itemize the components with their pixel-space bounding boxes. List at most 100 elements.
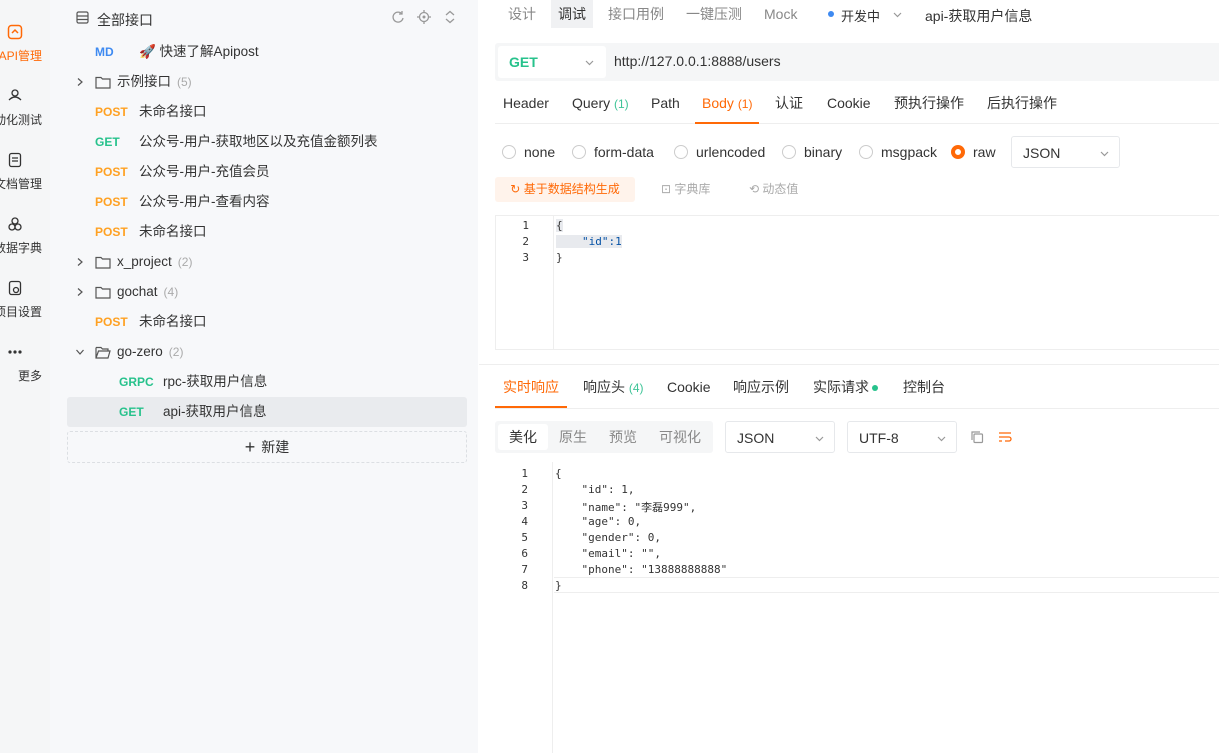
fmt-pretty[interactable]: 美化 <box>498 424 548 450</box>
tab-test-cases[interactable]: 接口用例 <box>601 0 671 28</box>
line-number: 2 <box>521 483 528 496</box>
tab-pre-script[interactable]: 预执行操作 <box>894 88 964 124</box>
dictionary-button[interactable]: ⊡ 字典库 <box>661 177 710 202</box>
expand-collapse-icon[interactable] <box>443 10 457 24</box>
dynamic-value-button[interactable]: ⟲ 动态值 <box>749 177 798 202</box>
response-body-viewer[interactable]: 1 2 3 4 5 6 7 8 { "id": 1, "name": "李磊99… <box>495 462 1219 753</box>
folder-icon <box>95 286 111 299</box>
tree-folder-examples[interactable]: 示例接口 (5) <box>67 67 467 97</box>
tab-design[interactable]: 设计 <box>501 0 543 28</box>
tab-actual-request[interactable]: 实际请求 <box>813 372 878 408</box>
refresh-icon[interactable] <box>391 10 405 24</box>
method-badge: GET <box>95 135 120 149</box>
tab-cookie[interactable]: Cookie <box>827 88 871 124</box>
url-input[interactable]: http://127.0.0.1:8888/users <box>614 53 781 69</box>
tree-row-get[interactable]: GET 公众号-用户-获取地区以及充值金额列表 <box>67 127 467 157</box>
radio-label: none <box>524 144 556 160</box>
code-line: } <box>555 579 562 592</box>
tab-count: (1) <box>614 97 629 111</box>
tree-row-post[interactable]: POST 公众号-用户-充值会员 <box>67 157 467 187</box>
environment-select[interactable]: 开发中 <box>841 6 880 25</box>
tab-path[interactable]: Path <box>651 88 680 124</box>
tab-debug[interactable]: 调试 <box>551 0 593 28</box>
tab-auth[interactable]: 认证 <box>775 88 803 124</box>
radio-form-data[interactable]: form-data <box>572 136 654 168</box>
tree-folder-x-project[interactable]: x_project (2) <box>67 247 467 277</box>
line-number: 3 <box>521 499 528 512</box>
rail-item-dictionary[interactable]: 数据字典 <box>0 216 50 276</box>
tree-row-post[interactable]: POST 未命名接口 <box>67 217 467 247</box>
rail-item-docs[interactable]: 文档管理 <box>0 152 50 212</box>
tab-post-script[interactable]: 后执行操作 <box>987 88 1057 124</box>
rail-item-settings[interactable]: 项目设置 <box>0 280 50 340</box>
line-number: 5 <box>521 531 528 544</box>
radio-raw[interactable]: raw <box>951 136 996 168</box>
radio-none[interactable]: none <box>502 136 555 168</box>
dictionary-icon <box>8 217 22 231</box>
radio-circle <box>674 145 688 159</box>
rail-label-more: 更多 <box>17 369 42 383</box>
new-button[interactable]: + 新建 <box>67 431 467 463</box>
icon-rail: API管理 自动化测试 文档管理 数据字典 项目设置 更多 <box>0 0 50 753</box>
tab-console[interactable]: 控制台 <box>903 372 945 408</box>
tab-header[interactable]: Header <box>503 88 549 124</box>
raw-format-select[interactable]: JSON <box>1011 136 1120 168</box>
chevron-down-icon[interactable] <box>893 10 902 19</box>
copy-icon[interactable] <box>970 430 984 444</box>
method-value: GET <box>509 54 538 70</box>
rail-item-automation[interactable]: 自动化测试 <box>0 88 50 148</box>
plus-icon: + <box>244 437 256 457</box>
tree-row-get-selected[interactable]: GET api-获取用户信息 <box>67 397 467 427</box>
fmt-preview[interactable]: 预览 <box>598 424 648 450</box>
tree-row-post[interactable]: POST 未命名接口 <box>67 97 467 127</box>
tree-folder-gochat[interactable]: gochat (4) <box>67 277 467 307</box>
method-badge: POST <box>95 225 128 239</box>
tab-label: Cookie <box>667 379 711 395</box>
dynamic-icon: ⟲ <box>749 182 763 196</box>
tab-mock[interactable]: Mock <box>757 0 804 28</box>
tab-label: 响应示例 <box>733 379 789 395</box>
tab-stress-test[interactable]: 一键压测 <box>679 0 749 28</box>
radio-circle <box>572 145 586 159</box>
tab-response-headers[interactable]: 响应头 (4) <box>583 372 644 408</box>
radio-binary[interactable]: binary <box>782 136 842 168</box>
rail-item-more[interactable]: 更多 <box>0 344 50 404</box>
tree-folder-go-zero[interactable]: go-zero (2) <box>67 337 467 367</box>
tab-label: 响应头 <box>583 379 625 395</box>
tab-label: 认证 <box>775 95 803 111</box>
rail-item-api[interactable]: API管理 <box>0 24 50 84</box>
fmt-visualize[interactable]: 可视化 <box>648 424 712 450</box>
method-select[interactable]: GET <box>498 46 606 78</box>
tab-response-cookie[interactable]: Cookie <box>667 372 711 408</box>
folder-icon <box>95 76 111 89</box>
line-gutter: 1 2 3 4 5 6 7 8 <box>495 462 553 753</box>
line-number: 8 <box>521 579 528 592</box>
tree-row-post[interactable]: POST 未命名接口 <box>67 307 467 337</box>
radio-urlencoded[interactable]: urlencoded <box>674 136 765 168</box>
generate-from-schema-button[interactable]: ↻ 基于数据结构生成 <box>495 177 635 202</box>
request-body-editor[interactable]: 1 2 3 { "id":1 } <box>495 215 1219 350</box>
radio-msgpack[interactable]: msgpack <box>859 136 937 168</box>
tab-response-example[interactable]: 响应示例 <box>733 372 789 408</box>
tree-row-grpc[interactable]: GRPC rpc-获取用户信息 <box>67 367 467 397</box>
tree-row-count: (2) <box>168 345 184 359</box>
tree-row-md[interactable]: MD 🚀 快速了解Apipost <box>67 37 467 67</box>
locate-icon[interactable] <box>417 10 431 24</box>
response-format-select[interactable]: JSON <box>725 421 835 453</box>
tab-live-response[interactable]: 实时响应 <box>495 372 567 408</box>
method-badge: POST <box>95 315 128 329</box>
tree-row-label: 示例接口 <box>117 74 171 89</box>
chevron-down-icon <box>937 436 946 442</box>
fmt-raw[interactable]: 原生 <box>548 424 598 450</box>
tree-row-post[interactable]: POST 公众号-用户-查看内容 <box>67 187 467 217</box>
tab-body[interactable]: Body (1) <box>695 88 760 124</box>
code-line: "name": "李磊999", <box>555 501 697 514</box>
divider[interactable] <box>479 364 1219 365</box>
line-number: 4 <box>521 515 528 528</box>
encoding-select[interactable]: UTF-8 <box>847 421 957 453</box>
wrap-icon[interactable] <box>998 430 1012 444</box>
chevron-down-icon <box>1100 151 1109 157</box>
rail-label-api: API管理 <box>0 49 42 63</box>
tab-query[interactable]: Query (1) <box>572 88 629 124</box>
tree-row-label: 公众号-用户-查看内容 <box>139 194 270 209</box>
